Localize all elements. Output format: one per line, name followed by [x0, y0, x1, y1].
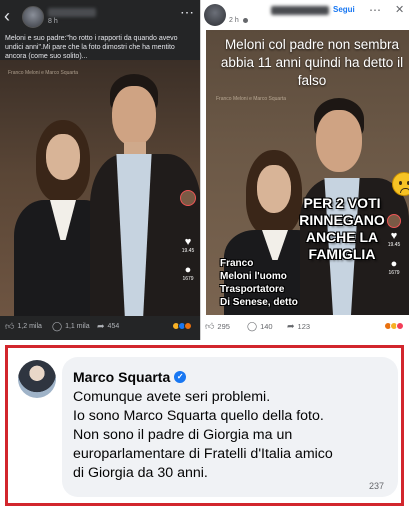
comment-button[interactable]: ◯ 1,1 mila — [52, 322, 90, 331]
banner-line: PER 2 VOTI — [303, 195, 381, 211]
reel-actions: ♥ 19.45 ● 1679 — [178, 236, 198, 292]
reel-comment-count: 1679 — [182, 276, 194, 282]
overlay-caption: Meloni col padre non sembra abbia 11 ann… — [220, 37, 404, 88]
comment-count: 140 — [260, 322, 273, 331]
verified-badge-icon: ✓ — [174, 371, 187, 383]
reel-comment-count: 1679 — [388, 270, 400, 276]
comment-button[interactable]: ◯ 140 — [247, 321, 273, 332]
banner-line: Trasportatore — [220, 284, 285, 295]
love-reaction-icon — [396, 322, 404, 330]
post-caption: Meloni e suo padre:"ho rotto i rapporti … — [5, 35, 178, 60]
comment-line: Non sono il padre di Giorgia ma un — [73, 427, 293, 443]
reel-like-count: 19.45 — [181, 248, 195, 254]
like-count: 1,2 mila — [17, 323, 42, 330]
overlay-banner-left: Franco Meloni l'uomo Trasportatore Di Se… — [220, 257, 330, 309]
thumbs-up-icon: 👍︎ — [205, 321, 215, 331]
comment-author-name[interactable]: Marco Squarta — [73, 369, 170, 385]
comment-line: di Giorgia da 30 anni. — [73, 465, 208, 481]
avatar[interactable] — [18, 360, 56, 398]
comment-icon: ◯ — [52, 321, 63, 331]
post-time: 8 h — [48, 18, 58, 25]
angry-face-emoji-icon — [392, 172, 409, 196]
left-post: ‹ 8 h ⋯ Meloni e suo padre:"ho rotto i r… — [0, 0, 201, 340]
like-button[interactable]: 👍︎ 1,2 mila — [5, 322, 42, 331]
more-horizontal-icon[interactable]: ⋯ — [180, 4, 195, 21]
photo-watermark: Franco Meloni e Marco Squarta — [8, 70, 79, 76]
thumbs-up-icon: 👍︎ — [5, 321, 15, 331]
comment-line: Comunque avete seri problemi. — [73, 389, 271, 405]
left-action-bar: 👍︎ 1,2 mila ◯ 1,1 mila ➦ 454 — [0, 318, 201, 338]
post-photo[interactable]: Franco Meloni e Marco Squarta Meloni col… — [206, 30, 409, 315]
comment-author[interactable]: Marco Squarta ✓ — [73, 369, 187, 385]
redacted-author-name — [271, 6, 329, 15]
reel-creator-avatar[interactable] — [180, 190, 196, 206]
comment-bubble-icon[interactable]: ● — [387, 258, 401, 270]
heart-icon[interactable]: ♥ — [387, 230, 401, 242]
share-count: 123 — [297, 322, 311, 331]
comment-bubble: Marco Squarta ✓ Comunque avete seri prob… — [62, 357, 398, 497]
follow-button[interactable]: Segui — [333, 5, 355, 14]
comment-line: europarlamentare di Fratelli d'Italia am… — [73, 446, 333, 462]
comment-icon: ◯ — [247, 321, 258, 331]
right-post: 2 h Segui ⋯ ✕ Franco Meloni e Marco Squa… — [201, 0, 409, 340]
reel-creator-avatar[interactable] — [387, 214, 401, 228]
redacted-author-name — [48, 8, 96, 17]
back-arrow-icon[interactable]: ‹ — [4, 7, 18, 25]
more-horizontal-icon[interactable]: ⋯ — [369, 3, 382, 17]
reel-like-count: 19.45 — [387, 242, 401, 248]
comment-bubble-icon[interactable]: ● — [181, 264, 195, 276]
post-time: 2 h — [229, 17, 239, 24]
like-button[interactable]: 👍︎ 295 — [205, 321, 230, 332]
photo-watermark: Franco Meloni e Marco Squarta — [216, 96, 287, 102]
comment-text: Comunque avete seri problemi. Io sono Ma… — [73, 388, 393, 483]
banner-line: Franco — [220, 258, 254, 269]
left-post-header: ‹ 8 h ⋯ — [0, 0, 201, 32]
reaction-icons[interactable] — [172, 322, 192, 330]
share-button[interactable]: ➦ 454 — [97, 322, 119, 331]
share-button[interactable]: ➦ 123 — [287, 321, 311, 332]
banner-line: Di Senese, detto — [220, 297, 298, 308]
highlighted-comment: Marco Squarta ✓ Comunque avete seri prob… — [5, 345, 404, 506]
comment-count: 1,1 mila — [65, 323, 90, 330]
screenshot-root: ‹ 8 h ⋯ Meloni e suo padre:"ho rotto i r… — [0, 0, 409, 511]
comment-line: Io sono Marco Squarta quello della foto. — [73, 408, 324, 424]
like-count: 295 — [217, 322, 230, 331]
avatar[interactable] — [204, 4, 226, 26]
globe-icon — [243, 18, 248, 23]
share-icon: ➦ — [287, 321, 295, 331]
reaction-icons[interactable] — [384, 322, 404, 330]
man-face — [112, 86, 156, 146]
heart-icon[interactable]: ♥ — [181, 236, 195, 248]
post-photo[interactable]: Franco Meloni e Marco Squarta — [0, 60, 201, 316]
share-count: 454 — [107, 323, 120, 330]
avatar[interactable] — [22, 6, 44, 28]
angry-reaction-icon — [184, 322, 192, 330]
close-icon[interactable]: ✕ — [395, 3, 404, 16]
banner-line: Meloni l'uomo — [220, 271, 287, 282]
share-icon: ➦ — [97, 321, 105, 331]
girl-face — [46, 134, 80, 180]
right-action-bar: 👍︎ 295 ◯ 140 ➦ 123 — [201, 318, 409, 338]
reel-actions: ♥ 19.45 ● 1679 — [385, 230, 403, 286]
man-face — [316, 110, 362, 172]
comment-reaction-count[interactable]: 237 — [369, 481, 384, 491]
